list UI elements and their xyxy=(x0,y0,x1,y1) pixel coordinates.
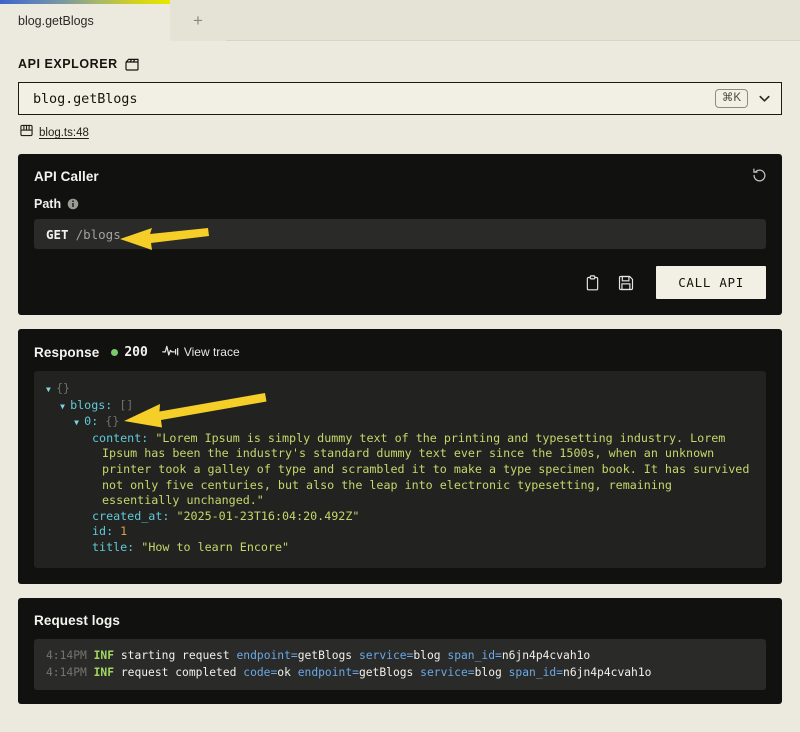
tab-label: blog.getBlogs xyxy=(18,13,94,28)
log-message: request completed xyxy=(120,665,237,679)
json-content-row: content: "Lorem Ipsum is simply dummy te… xyxy=(46,431,754,509)
endpoint-selector[interactable]: blog.getBlogs ⌘K xyxy=(18,82,782,115)
http-method: GET xyxy=(46,226,69,242)
source-file-link[interactable]: blog.ts:48 xyxy=(39,127,89,139)
reset-icon[interactable] xyxy=(751,167,768,184)
json-root-row[interactable]: ▼{} xyxy=(46,381,754,398)
log-message: starting request xyxy=(120,648,230,662)
caret-down-icon[interactable]: ▼ xyxy=(60,399,70,415)
info-icon[interactable] xyxy=(67,198,79,210)
response-panel: Response 200 View trace ▼{} ▼ blogs: [] … xyxy=(18,329,782,584)
json-root-brace: {} xyxy=(56,381,71,395)
log-field-key: service= xyxy=(358,648,414,662)
status-indicator-dot xyxy=(111,348,119,356)
log-field-key: endpoint= xyxy=(236,648,298,662)
log-field-value: getBlogs xyxy=(297,648,353,662)
log-timestamp: 4:14PM xyxy=(46,665,87,679)
tab-blog-getblogs[interactable]: blog.getBlogs xyxy=(0,0,170,41)
path-label: Path xyxy=(34,197,62,211)
path-label-row: Path xyxy=(34,197,766,211)
json-index-key: 0: xyxy=(84,414,99,429)
log-entry: 4:14PM INF starting request endpoint=get… xyxy=(46,647,754,664)
log-field-value: blog xyxy=(474,665,502,679)
json-blogs-key: blogs: xyxy=(70,397,113,412)
response-header: Response 200 View trace xyxy=(34,344,766,360)
view-trace-label: View trace xyxy=(183,345,240,359)
chevron-down-icon[interactable] xyxy=(757,91,772,106)
page-content: API EXPLORER blog.getBlogs ⌘K blog.ts:48… xyxy=(0,41,800,732)
log-field-value: n6jn4p4cvah1o xyxy=(563,665,652,679)
json-index-row[interactable]: ▼ 0: {} xyxy=(46,414,754,431)
source-file-icon xyxy=(20,124,33,142)
log-level: INF xyxy=(93,665,115,679)
log-field-key: code= xyxy=(243,665,278,679)
path-input[interactable]: GET /blogs xyxy=(34,219,766,249)
plus-icon: + xyxy=(193,11,203,30)
json-title-row: title: "How to learn Encore" xyxy=(46,540,754,556)
api-explorer-heading: API EXPLORER xyxy=(18,57,782,71)
log-field-value: getBlogs xyxy=(358,665,414,679)
json-id-row: id: 1 xyxy=(46,524,754,540)
request-logs-panel: Request logs 4:14PM INF starting request… xyxy=(18,597,782,704)
shortcut-badge: ⌘K xyxy=(714,88,748,109)
clipboard-icon[interactable] xyxy=(583,273,602,293)
json-created-at-row: created_at: "2025-01-23T16:04:20.492Z" xyxy=(46,509,754,525)
json-title-key: title: xyxy=(92,539,135,554)
call-api-button[interactable]: CALL API xyxy=(656,266,766,299)
request-logs-title: Request logs xyxy=(34,612,120,628)
response-title: Response xyxy=(34,344,100,360)
json-created-at-key: created_at: xyxy=(92,508,170,523)
status-code: 200 xyxy=(124,344,148,360)
response-json-viewer[interactable]: ▼{} ▼ blogs: [] ▼ 0: {} content: "Lorem Ip… xyxy=(34,371,766,568)
json-blogs-brace: [] xyxy=(119,397,134,412)
json-index-brace: {} xyxy=(105,414,120,429)
source-location: blog.ts:48 xyxy=(20,124,782,142)
api-caller-panel: API Caller Path GET /blogs CALL API xyxy=(18,154,782,315)
api-caller-title: API Caller xyxy=(34,169,99,184)
log-level: INF xyxy=(93,648,115,662)
page-title: API EXPLORER xyxy=(18,57,118,71)
request-logs-output[interactable]: 4:14PM INF starting request endpoint=get… xyxy=(34,638,766,690)
json-id-value: 1 xyxy=(120,524,128,539)
json-created-at-value: "2025-01-23T16:04:20.492Z" xyxy=(176,508,360,523)
tab-bar: blog.getBlogs + xyxy=(0,0,800,41)
json-content-value: "Lorem Ipsum is simply dummy text of the… xyxy=(102,430,757,508)
log-field-key: span_id= xyxy=(447,648,502,662)
active-tab-gradient-indicator xyxy=(0,0,170,4)
api-explorer-window: blog.getBlogs + API EXPLORER blog.getBlo… xyxy=(0,0,800,732)
log-entry: 4:14PM INF request completed code=ok end… xyxy=(46,664,754,681)
endpoint-selector-value: blog.getBlogs xyxy=(33,90,138,107)
tab-bar-filler xyxy=(226,0,800,41)
caret-down-icon[interactable]: ▼ xyxy=(74,415,84,431)
save-disk-icon[interactable] xyxy=(616,273,636,293)
log-field-value: n6jn4p4cvah1o xyxy=(501,648,591,662)
log-field-value: blog xyxy=(413,648,441,662)
log-field-value: ok xyxy=(277,665,291,679)
activity-pulse-icon xyxy=(161,344,179,360)
json-id-key: id: xyxy=(92,524,114,539)
clapperboard-icon xyxy=(125,58,139,71)
log-timestamp: 4:14PM xyxy=(46,648,87,662)
log-field-key: endpoint= xyxy=(297,665,359,679)
json-blogs-row[interactable]: ▼ blogs: [] xyxy=(46,398,754,415)
json-title-value: "How to learn Encore" xyxy=(141,539,290,554)
json-content-key: content: xyxy=(92,430,149,445)
log-field-key: span_id= xyxy=(508,665,564,679)
caret-down-icon[interactable]: ▼ xyxy=(46,382,56,398)
api-caller-actions: CALL API xyxy=(34,266,766,299)
new-tab-button[interactable]: + xyxy=(170,0,226,41)
view-trace-link[interactable]: View trace xyxy=(161,344,240,360)
request-route: /blogs xyxy=(75,226,121,242)
log-field-key: service= xyxy=(420,665,475,679)
